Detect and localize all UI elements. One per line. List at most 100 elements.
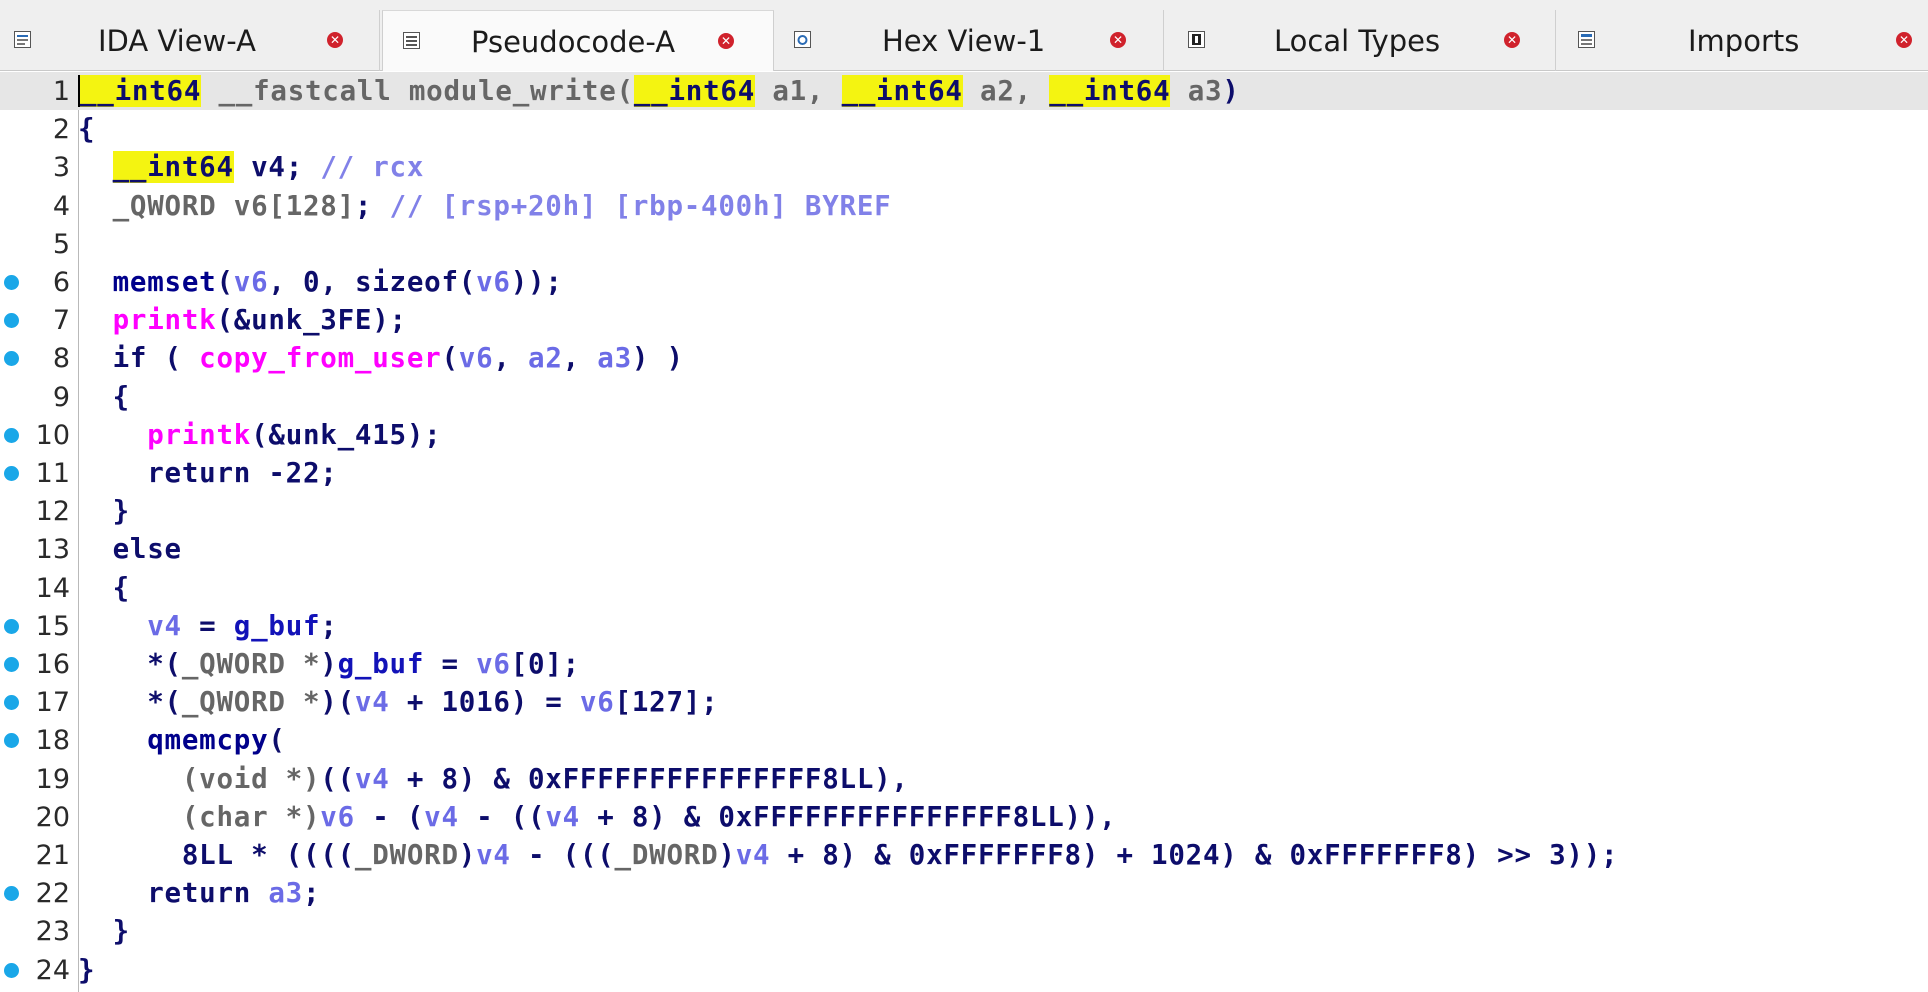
- code-token: (&unk_3FE);: [216, 304, 407, 337]
- code-line[interactable]: 20 (char *)v6 - (v4 - ((v4 + 8) & 0xFFFF…: [0, 798, 1928, 836]
- close-icon[interactable]: ✕: [1504, 32, 1520, 48]
- code-line[interactable]: 7 printk(&unk_3FE);: [0, 301, 1928, 339]
- code-line[interactable]: 16 *(_QWORD *)g_buf = v6[0];: [0, 645, 1928, 683]
- line-number: 19: [35, 763, 70, 795]
- tab-bar: IDA View-A ✕ Pseudocode-A ✕ Hex View-1 ✕…: [0, 0, 1928, 71]
- code-text: printk(&unk_3FE);: [78, 304, 407, 336]
- code-token: a3: [1170, 75, 1223, 107]
- code-token: v4;: [233, 151, 321, 184]
- code-token: v4: [354, 762, 390, 795]
- type-token-highlighted: __int64: [633, 75, 756, 107]
- code-line[interactable]: 19 (void *)((v4 + 8) & 0xFFFFFFFFFFFFFFF…: [0, 760, 1928, 798]
- code-line[interactable]: 17 *(_QWORD *)(v4 + 1016) = v6[127];: [0, 683, 1928, 721]
- code-token: v4: [147, 609, 182, 642]
- line-number: 20: [35, 801, 70, 833]
- code-token: v4: [545, 800, 580, 833]
- code-line[interactable]: 21 8LL * ((((_DWORD)v4 - (((_DWORD)v4 + …: [0, 836, 1928, 874]
- code-token: v4: [476, 839, 511, 871]
- code-token: ;: [303, 877, 321, 910]
- close-icon[interactable]: ✕: [1896, 32, 1912, 48]
- code-token: - (((: [510, 839, 615, 871]
- type-token-highlighted: __int64: [112, 151, 234, 184]
- code-line[interactable]: 10 printk(&unk_415);: [0, 416, 1928, 454]
- breakpoint-dot-icon[interactable]: [4, 275, 19, 290]
- code-token: v4: [735, 839, 771, 871]
- tab-ida-view-a[interactable]: IDA View-A ✕: [0, 10, 380, 71]
- code-line[interactable]: 5: [0, 225, 1928, 263]
- code-line[interactable]: 11 return -22;: [0, 454, 1928, 492]
- breakpoint-dot-icon[interactable]: [4, 466, 19, 481]
- code-token: }: [78, 953, 96, 986]
- breakpoint-dot-icon[interactable]: [4, 313, 19, 329]
- tab-pseudocode-a[interactable]: Pseudocode-A ✕: [382, 10, 774, 71]
- code-token: (: [441, 342, 459, 375]
- code-line[interactable]: 4 _QWORD v6[128]; // [rsp+20h] [rbp-400h…: [0, 187, 1928, 225]
- code-text: _QWORD v6[128]; // [rsp+20h] [rbp-400h] …: [78, 190, 891, 222]
- type-token-highlighted: __int64: [1049, 75, 1171, 107]
- code-line[interactable]: 14 {: [0, 569, 1928, 607]
- code-token: *(: [78, 686, 182, 719]
- close-icon[interactable]: ✕: [327, 32, 343, 48]
- tab-label: Hex View-1: [882, 24, 1046, 58]
- code-line[interactable]: 15 v4 = g_buf;: [0, 607, 1928, 645]
- code-token: _QWORD *: [181, 686, 321, 719]
- code-token: {: [78, 113, 96, 146]
- code-line[interactable]: 12 }: [0, 492, 1928, 530]
- code-line[interactable]: 24}: [0, 951, 1928, 989]
- code-text: }: [78, 495, 130, 527]
- breakpoint-dot-icon[interactable]: [4, 962, 19, 978]
- close-icon[interactable]: ✕: [718, 33, 734, 49]
- breakpoint-dot-icon[interactable]: [4, 427, 19, 443]
- code-line[interactable]: 13 else: [0, 530, 1928, 568]
- code-token: + 8) & 0xFFFFFFF8) + 1024) & 0xFFFFFFF8)…: [770, 839, 1619, 871]
- breakpoint-dot-icon[interactable]: [4, 733, 19, 749]
- code-token: g_buf: [337, 648, 425, 680]
- code-line[interactable]: 8 if ( copy_from_user(v6, a2, a3) ): [0, 339, 1928, 377]
- code-token: // [rsp+20h] [rbp-400h] BYREF: [389, 189, 892, 222]
- code-token: v6: [579, 686, 615, 719]
- code-token: ): [458, 839, 477, 871]
- breakpoint-dot-icon[interactable]: [4, 886, 19, 902]
- line-number: 4: [52, 190, 70, 222]
- code-line[interactable]: 2{: [0, 110, 1928, 148]
- code-text: {: [78, 572, 130, 604]
- code-token: module_write: [408, 75, 617, 107]
- code-line[interactable]: 22 return a3;: [0, 874, 1928, 912]
- breakpoint-dot-icon[interactable]: [4, 618, 19, 634]
- breakpoint-dot-icon[interactable]: [4, 695, 19, 711]
- tab-imports[interactable]: Imports ✕: [1556, 10, 1928, 71]
- line-number: 11: [35, 458, 70, 489]
- code-token: (: [616, 75, 634, 107]
- code-text: {: [78, 381, 130, 413]
- code-token: ): [320, 648, 338, 680]
- code-token: (void *): [181, 762, 321, 795]
- close-icon[interactable]: ✕: [1110, 32, 1126, 48]
- code-line[interactable]: 3 __int64 v4; // rcx: [0, 148, 1928, 186]
- code-line[interactable]: 18 qmemcpy(: [0, 721, 1928, 759]
- code-line[interactable]: 1 __int64 __fastcall module_write(__int64…: [0, 72, 1928, 110]
- tab-local-types[interactable]: Local Types ✕: [1164, 10, 1556, 71]
- code-token: // rcx: [320, 151, 425, 184]
- breakpoint-dot-icon[interactable]: [4, 657, 19, 672]
- breakpoint-dot-icon[interactable]: [4, 351, 19, 367]
- line-number: 2: [52, 114, 70, 146]
- line-number: 12: [35, 496, 70, 528]
- code-line[interactable]: 6 memset(v6, 0, sizeof(v6));: [0, 263, 1928, 301]
- code-token: printk: [112, 304, 217, 337]
- code-line[interactable]: 23 }: [0, 912, 1928, 950]
- code-token: ;: [354, 189, 390, 222]
- code-token: [127];: [614, 686, 719, 719]
- code-line[interactable]: 9 {: [0, 378, 1928, 416]
- code-token: _DWORD: [354, 839, 459, 871]
- tab-hex-view-1[interactable]: Hex View-1 ✕: [774, 10, 1164, 71]
- code-token: ): [718, 839, 736, 871]
- code-text: qmemcpy(: [78, 724, 286, 756]
- code-token: return -22;: [78, 457, 338, 489]
- code-token: , 0, sizeof(: [268, 266, 477, 298]
- code-token: + 8) & 0xFFFFFFFFFFFFFFF8LL)),: [579, 800, 1117, 833]
